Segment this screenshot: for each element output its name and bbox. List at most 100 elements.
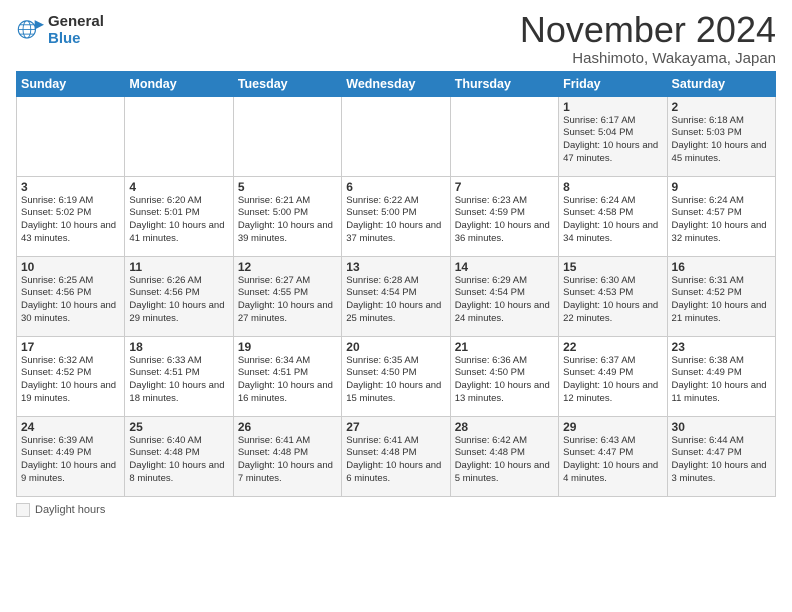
table-row: 24Sunrise: 6:39 AM Sunset: 4:49 PM Dayli… bbox=[17, 416, 125, 496]
cell-date-14: 14 bbox=[455, 260, 554, 274]
daylight-label: Daylight hours bbox=[35, 504, 105, 516]
col-sunday: Sunday bbox=[17, 71, 125, 96]
calendar-week-2: 10Sunrise: 6:25 AM Sunset: 4:56 PM Dayli… bbox=[17, 256, 776, 336]
cell-info-14: Sunrise: 6:29 AM Sunset: 4:54 PM Dayligh… bbox=[455, 275, 554, 326]
table-row: 21Sunrise: 6:36 AM Sunset: 4:50 PM Dayli… bbox=[450, 336, 558, 416]
table-row: 1Sunrise: 6:17 AM Sunset: 5:04 PM Daylig… bbox=[559, 96, 667, 176]
table-row: 16Sunrise: 6:31 AM Sunset: 4:52 PM Dayli… bbox=[667, 256, 775, 336]
cell-info-28: Sunrise: 6:42 AM Sunset: 4:48 PM Dayligh… bbox=[455, 435, 554, 486]
table-row: 13Sunrise: 6:28 AM Sunset: 4:54 PM Dayli… bbox=[342, 256, 450, 336]
table-row bbox=[342, 96, 450, 176]
cell-date-20: 20 bbox=[346, 340, 445, 354]
cell-date-13: 13 bbox=[346, 260, 445, 274]
cell-date-22: 22 bbox=[563, 340, 662, 354]
cell-date-24: 24 bbox=[21, 420, 120, 434]
table-row: 23Sunrise: 6:38 AM Sunset: 4:49 PM Dayli… bbox=[667, 336, 775, 416]
calendar-week-1: 3Sunrise: 6:19 AM Sunset: 5:02 PM Daylig… bbox=[17, 176, 776, 256]
table-row: 19Sunrise: 6:34 AM Sunset: 4:51 PM Dayli… bbox=[233, 336, 341, 416]
cell-info-13: Sunrise: 6:28 AM Sunset: 4:54 PM Dayligh… bbox=[346, 275, 445, 326]
cell-info-2: Sunrise: 6:18 AM Sunset: 5:03 PM Dayligh… bbox=[672, 115, 771, 166]
calendar-week-3: 17Sunrise: 6:32 AM Sunset: 4:52 PM Dayli… bbox=[17, 336, 776, 416]
cell-info-26: Sunrise: 6:41 AM Sunset: 4:48 PM Dayligh… bbox=[238, 435, 337, 486]
cell-info-9: Sunrise: 6:24 AM Sunset: 4:57 PM Dayligh… bbox=[672, 195, 771, 246]
cell-date-26: 26 bbox=[238, 420, 337, 434]
cell-date-12: 12 bbox=[238, 260, 337, 274]
cell-date-1: 1 bbox=[563, 100, 662, 114]
col-saturday: Saturday bbox=[667, 71, 775, 96]
cell-date-23: 23 bbox=[672, 340, 771, 354]
table-row: 22Sunrise: 6:37 AM Sunset: 4:49 PM Dayli… bbox=[559, 336, 667, 416]
daylight-legend-box bbox=[16, 503, 30, 517]
cell-info-22: Sunrise: 6:37 AM Sunset: 4:49 PM Dayligh… bbox=[563, 355, 662, 406]
cell-info-15: Sunrise: 6:30 AM Sunset: 4:53 PM Dayligh… bbox=[563, 275, 662, 326]
table-row: 30Sunrise: 6:44 AM Sunset: 4:47 PM Dayli… bbox=[667, 416, 775, 496]
footer-row: Daylight hours bbox=[16, 503, 776, 517]
cell-info-21: Sunrise: 6:36 AM Sunset: 4:50 PM Dayligh… bbox=[455, 355, 554, 406]
calendar-week-0: 1Sunrise: 6:17 AM Sunset: 5:04 PM Daylig… bbox=[17, 96, 776, 176]
cell-date-19: 19 bbox=[238, 340, 337, 354]
cell-date-8: 8 bbox=[563, 180, 662, 194]
cell-info-29: Sunrise: 6:43 AM Sunset: 4:47 PM Dayligh… bbox=[563, 435, 662, 486]
cell-info-17: Sunrise: 6:32 AM Sunset: 4:52 PM Dayligh… bbox=[21, 355, 120, 406]
calendar-table: Sunday Monday Tuesday Wednesday Thursday… bbox=[16, 71, 776, 497]
cell-info-8: Sunrise: 6:24 AM Sunset: 4:58 PM Dayligh… bbox=[563, 195, 662, 246]
logo: General Blue bbox=[16, 14, 104, 47]
table-row: 6Sunrise: 6:22 AM Sunset: 5:00 PM Daylig… bbox=[342, 176, 450, 256]
cell-info-4: Sunrise: 6:20 AM Sunset: 5:01 PM Dayligh… bbox=[129, 195, 228, 246]
cell-date-18: 18 bbox=[129, 340, 228, 354]
logo-blue-text: Blue bbox=[48, 31, 104, 48]
title-block: November 2024 Hashimoto, Wakayama, Japan bbox=[520, 10, 776, 67]
table-row: 27Sunrise: 6:41 AM Sunset: 4:48 PM Dayli… bbox=[342, 416, 450, 496]
cell-date-2: 2 bbox=[672, 100, 771, 114]
cell-info-11: Sunrise: 6:26 AM Sunset: 4:56 PM Dayligh… bbox=[129, 275, 228, 326]
cell-date-4: 4 bbox=[129, 180, 228, 194]
table-row: 14Sunrise: 6:29 AM Sunset: 4:54 PM Dayli… bbox=[450, 256, 558, 336]
table-row: 12Sunrise: 6:27 AM Sunset: 4:55 PM Dayli… bbox=[233, 256, 341, 336]
table-row bbox=[17, 96, 125, 176]
cell-date-15: 15 bbox=[563, 260, 662, 274]
logo-icon bbox=[16, 17, 44, 45]
location-title: Hashimoto, Wakayama, Japan bbox=[520, 50, 776, 67]
logo-general-text: General bbox=[48, 14, 104, 31]
calendar-header-row: Sunday Monday Tuesday Wednesday Thursday… bbox=[17, 71, 776, 96]
cell-info-27: Sunrise: 6:41 AM Sunset: 4:48 PM Dayligh… bbox=[346, 435, 445, 486]
table-row: 4Sunrise: 6:20 AM Sunset: 5:01 PM Daylig… bbox=[125, 176, 233, 256]
cell-info-5: Sunrise: 6:21 AM Sunset: 5:00 PM Dayligh… bbox=[238, 195, 337, 246]
cell-date-6: 6 bbox=[346, 180, 445, 194]
logo-text: General Blue bbox=[48, 14, 104, 47]
cell-date-21: 21 bbox=[455, 340, 554, 354]
cell-date-27: 27 bbox=[346, 420, 445, 434]
table-row: 15Sunrise: 6:30 AM Sunset: 4:53 PM Dayli… bbox=[559, 256, 667, 336]
table-row: 9Sunrise: 6:24 AM Sunset: 4:57 PM Daylig… bbox=[667, 176, 775, 256]
cell-info-12: Sunrise: 6:27 AM Sunset: 4:55 PM Dayligh… bbox=[238, 275, 337, 326]
cell-date-16: 16 bbox=[672, 260, 771, 274]
cell-info-7: Sunrise: 6:23 AM Sunset: 4:59 PM Dayligh… bbox=[455, 195, 554, 246]
cell-date-25: 25 bbox=[129, 420, 228, 434]
cell-date-11: 11 bbox=[129, 260, 228, 274]
header: General Blue November 2024 Hashimoto, Wa… bbox=[16, 10, 776, 67]
col-wednesday: Wednesday bbox=[342, 71, 450, 96]
cell-info-25: Sunrise: 6:40 AM Sunset: 4:48 PM Dayligh… bbox=[129, 435, 228, 486]
cell-date-10: 10 bbox=[21, 260, 120, 274]
table-row: 17Sunrise: 6:32 AM Sunset: 4:52 PM Dayli… bbox=[17, 336, 125, 416]
table-row bbox=[450, 96, 558, 176]
cell-date-9: 9 bbox=[672, 180, 771, 194]
table-row: 25Sunrise: 6:40 AM Sunset: 4:48 PM Dayli… bbox=[125, 416, 233, 496]
table-row: 10Sunrise: 6:25 AM Sunset: 4:56 PM Dayli… bbox=[17, 256, 125, 336]
table-row: 11Sunrise: 6:26 AM Sunset: 4:56 PM Dayli… bbox=[125, 256, 233, 336]
cell-info-19: Sunrise: 6:34 AM Sunset: 4:51 PM Dayligh… bbox=[238, 355, 337, 406]
table-row: 20Sunrise: 6:35 AM Sunset: 4:50 PM Dayli… bbox=[342, 336, 450, 416]
cell-info-6: Sunrise: 6:22 AM Sunset: 5:00 PM Dayligh… bbox=[346, 195, 445, 246]
cell-info-16: Sunrise: 6:31 AM Sunset: 4:52 PM Dayligh… bbox=[672, 275, 771, 326]
table-row: 2Sunrise: 6:18 AM Sunset: 5:03 PM Daylig… bbox=[667, 96, 775, 176]
table-row: 7Sunrise: 6:23 AM Sunset: 4:59 PM Daylig… bbox=[450, 176, 558, 256]
cell-date-3: 3 bbox=[21, 180, 120, 194]
table-row bbox=[233, 96, 341, 176]
cell-date-30: 30 bbox=[672, 420, 771, 434]
table-row: 5Sunrise: 6:21 AM Sunset: 5:00 PM Daylig… bbox=[233, 176, 341, 256]
table-row: 28Sunrise: 6:42 AM Sunset: 4:48 PM Dayli… bbox=[450, 416, 558, 496]
cell-info-20: Sunrise: 6:35 AM Sunset: 4:50 PM Dayligh… bbox=[346, 355, 445, 406]
page: General Blue November 2024 Hashimoto, Wa… bbox=[0, 0, 792, 612]
calendar-week-4: 24Sunrise: 6:39 AM Sunset: 4:49 PM Dayli… bbox=[17, 416, 776, 496]
cell-info-1: Sunrise: 6:17 AM Sunset: 5:04 PM Dayligh… bbox=[563, 115, 662, 166]
